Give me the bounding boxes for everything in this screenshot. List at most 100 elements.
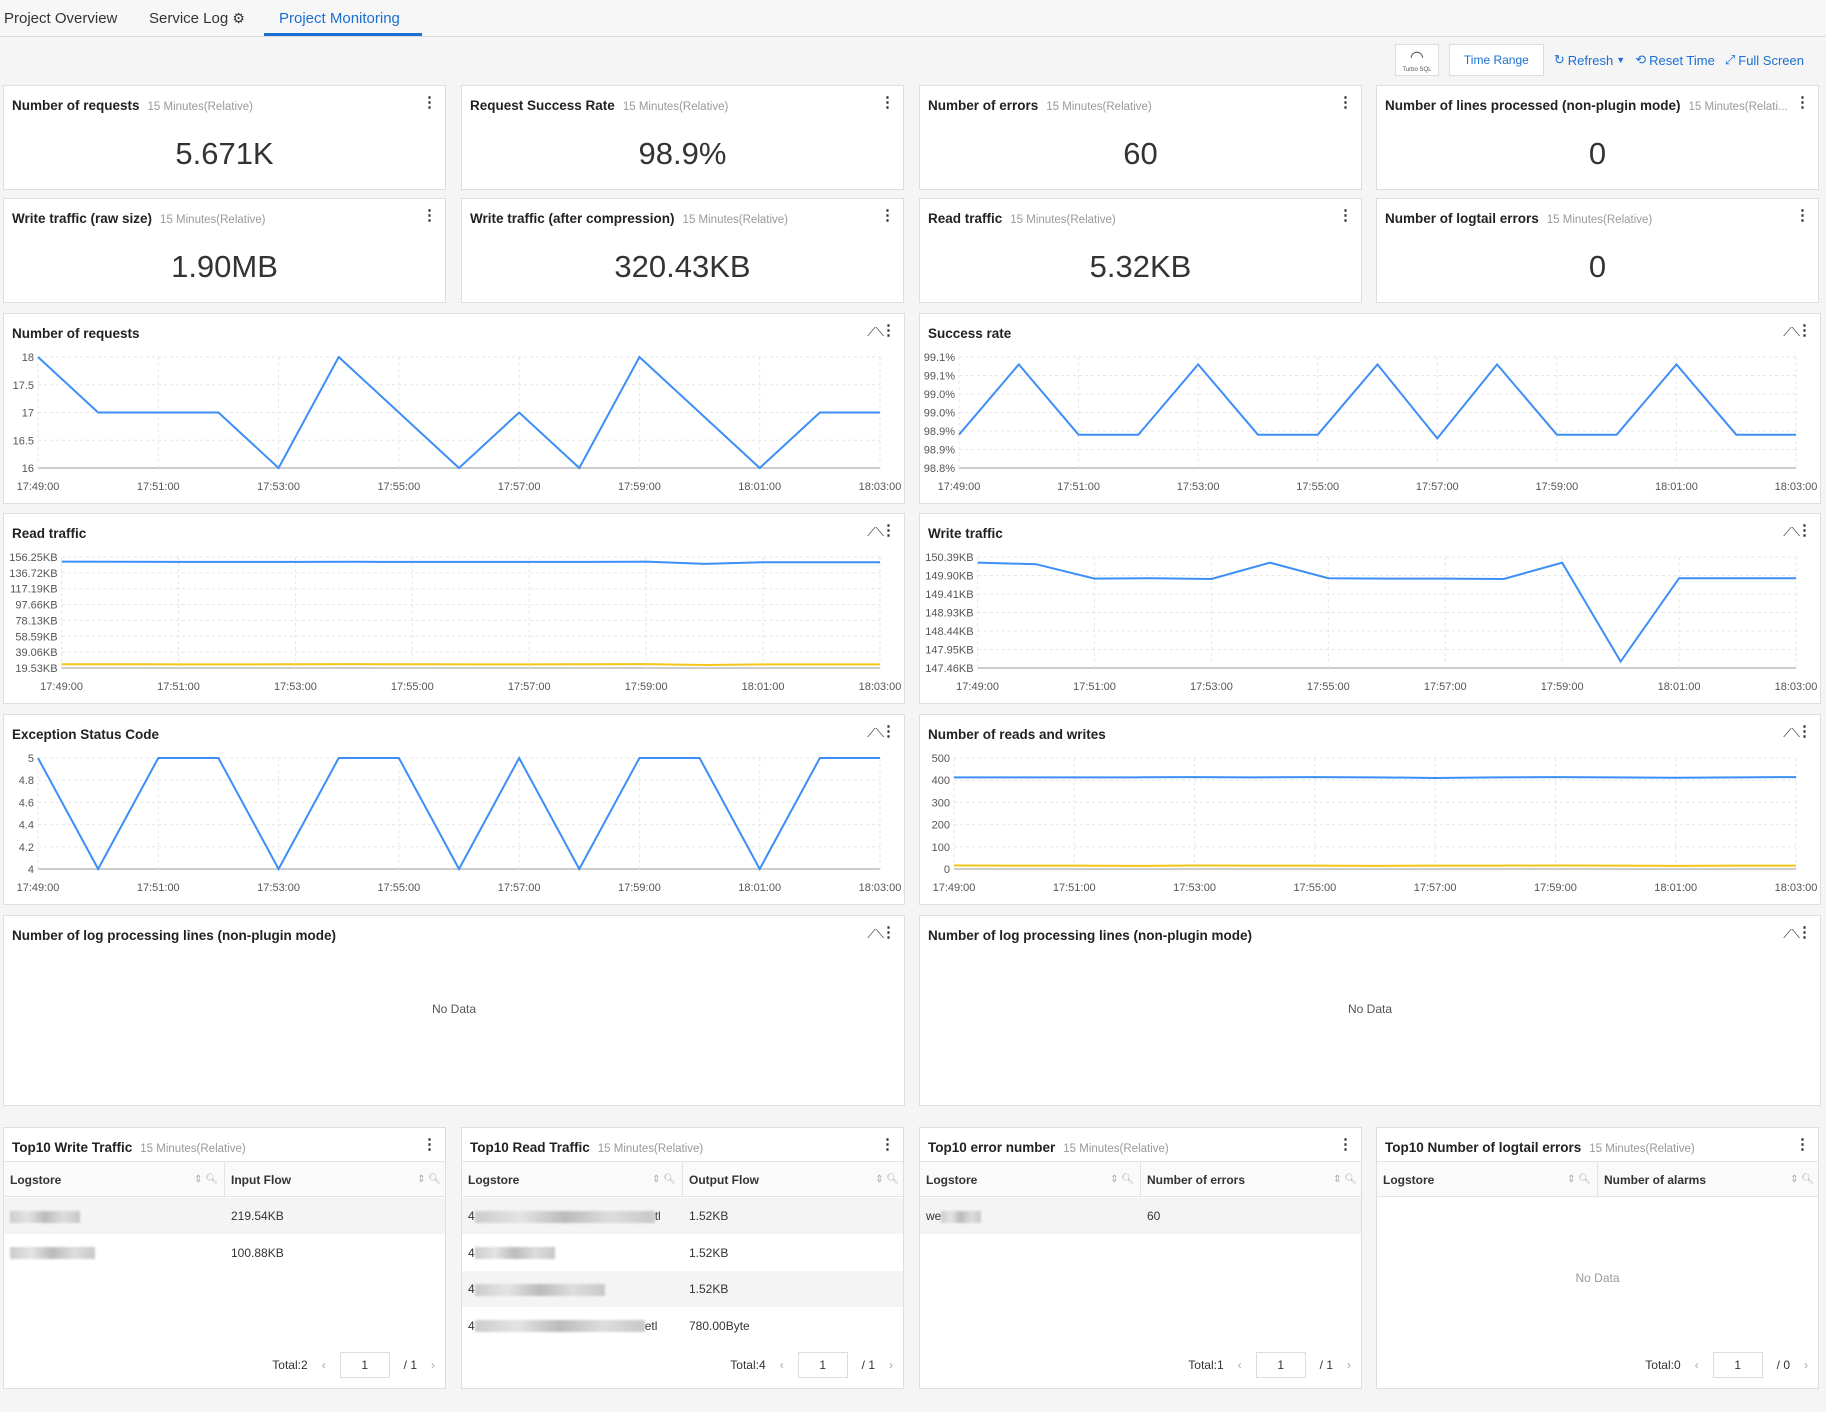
reset-time-button[interactable]: ⟲ Reset Time [1635, 52, 1715, 68]
next-page-icon[interactable]: › [1347, 1358, 1351, 1372]
refresh-button[interactable]: ↻ Refresh ▼ [1554, 52, 1625, 68]
more-options-icon[interactable]: ⋮ [1795, 1137, 1810, 1152]
column-header[interactable]: Number of errors ⇕ 🔍︎ [1141, 1162, 1363, 1198]
column-header[interactable]: Number of alarms ⇕ 🔍︎ [1598, 1162, 1820, 1198]
table-title-text: Top10 Number of logtail errors [1385, 1140, 1582, 1155]
more-options-icon[interactable]: ⋮ [1338, 208, 1353, 223]
y-tick-label: 136.72KB [9, 568, 57, 580]
full-screen-button[interactable]: ⤢ Full Screen [1725, 52, 1804, 68]
stat-card: Number of logtail errors 15 Minutes(Relat… [1376, 198, 1819, 303]
page-input[interactable]: 1 [339, 1352, 390, 1378]
column-header[interactable]: Logstore ⇕ 🔍︎ [1377, 1162, 1598, 1198]
stat-title-text: Write traffic (raw size) [12, 211, 153, 226]
stat-title: Write traffic (raw size) 15 Minutes(Relat… [12, 211, 266, 226]
column-header[interactable]: Logstore ⇕ 🔍︎ [920, 1162, 1141, 1198]
more-options-icon[interactable]: ⋮ [881, 925, 896, 940]
full-screen-label: Full Screen [1738, 52, 1804, 68]
stat-value: 0 [1588, 136, 1607, 171]
column-label: Number of errors [1147, 1173, 1246, 1187]
table-row[interactable]: 219.54KB [4, 1198, 445, 1234]
page-input[interactable]: 1 [1255, 1352, 1306, 1378]
time-range-button[interactable]: Time Range [1448, 44, 1544, 76]
next-page-icon[interactable]: › [431, 1358, 435, 1372]
prev-page-icon[interactable]: ‹ [1238, 1358, 1242, 1372]
table-row[interactable]: 4 etl 780.00Byte [462, 1308, 903, 1344]
more-options-icon[interactable]: ⋮ [422, 95, 437, 110]
stat-value: 320.43KB [614, 249, 751, 284]
more-options-icon[interactable]: ⋮ [1338, 95, 1353, 110]
stat-card: Read traffic 15 Minutes(Relative) ⋮ 5.32K… [919, 198, 1362, 303]
table-row[interactable]: 4 1.52KB [462, 1271, 903, 1307]
column-label: Logstore [468, 1173, 520, 1187]
x-tick-label: 17:55:00 [1307, 681, 1350, 693]
x-tick-label: 17:57:00 [1424, 681, 1467, 693]
prev-page-icon[interactable]: ‹ [780, 1358, 784, 1372]
more-options-icon[interactable]: ⋮ [880, 208, 895, 223]
prev-page-icon[interactable]: ‹ [322, 1358, 326, 1372]
sort-filter-icon[interactable]: ⇕ 🔍︎ [417, 1162, 441, 1198]
value-cell: 219.54KB [231, 1209, 284, 1223]
y-tick-label: 16 [22, 463, 34, 475]
table-row[interactable]: 100.88KB [4, 1235, 445, 1271]
stat-title-text: Write traffic (after compression) [470, 211, 675, 226]
stat-time-range: 15 Minutes(Relative) [147, 101, 253, 113]
more-options-icon[interactable]: ⋮ [880, 95, 895, 110]
table-row[interactable]: we 60 [920, 1198, 1361, 1234]
top10-table-panel: Top10 error number 15 Minutes(Relative) ⋮… [919, 1127, 1362, 1389]
gear-icon[interactable]: ⚙ [232, 10, 245, 26]
sort-filter-icon[interactable]: ⇕ 🔍︎ [1567, 1162, 1591, 1198]
table-row[interactable]: 4 tl 1.52KB [462, 1198, 903, 1234]
more-options-icon[interactable]: ⋮ [1338, 1137, 1353, 1152]
x-tick-label: 17:59:00 [618, 882, 661, 894]
y-tick-label: 99.1% [924, 371, 955, 383]
stat-value: 1.90MB [171, 249, 278, 284]
chart-panel: Success rate ⟋⟍ ⋮ 98.8% 98.9% 98.9% 99.0% 99.0… [919, 313, 1821, 504]
stat-time-range: 15 Minutes(Relative) [1046, 101, 1152, 113]
turbo-sql-button[interactable]: ◠ Turbo SQL [1394, 44, 1439, 76]
sort-filter-icon[interactable]: ⇕ 🔍︎ [194, 1162, 218, 1198]
more-options-icon[interactable]: ⋮ [880, 1137, 895, 1152]
x-tick-label: 17:49:00 [40, 681, 83, 693]
more-options-icon[interactable]: ⋮ [422, 208, 437, 223]
stat-title-text: Number of requests [12, 98, 140, 113]
tab-project-monitoring[interactable]: Project Monitoring [279, 10, 400, 27]
next-page-icon[interactable]: › [1804, 1358, 1808, 1372]
tab-service-log[interactable]: Service Log ⚙ [149, 10, 245, 27]
stat-time-range: 15 Minutes(Relative) [622, 101, 729, 113]
redacted-name [474, 1247, 555, 1260]
logstore-cell [4, 1235, 95, 1271]
prev-page-icon[interactable]: ‹ [1695, 1358, 1699, 1372]
x-tick-label: 17:51:00 [1057, 481, 1100, 493]
sort-filter-icon[interactable]: ⇕ 🔍︎ [1110, 1162, 1134, 1198]
table-title: Top10 error number 15 Minutes(Relative) [928, 1140, 1169, 1155]
y-tick-label: 39.06KB [15, 647, 57, 659]
more-options-icon[interactable]: ⋮ [1797, 925, 1812, 940]
page-input[interactable]: 1 [797, 1352, 848, 1378]
sort-filter-icon[interactable]: ⇕ 🔍︎ [1333, 1162, 1357, 1198]
more-options-icon[interactable]: ⋮ [1795, 208, 1810, 223]
page-input[interactable]: 1 [1712, 1352, 1763, 1378]
y-tick-label: 99.1% [924, 352, 955, 364]
column-header[interactable]: Logstore ⇕ 🔍︎ [4, 1162, 225, 1198]
stat-title: Read traffic 15 Minutes(Relative) [928, 211, 1116, 226]
x-tick-label: 17:49:00 [17, 882, 60, 894]
sort-filter-icon[interactable]: ⇕ 🔍︎ [652, 1162, 676, 1198]
tab-project-overview[interactable]: Project Overview [4, 10, 117, 27]
more-options-icon[interactable]: ⋮ [422, 1137, 437, 1152]
y-tick-label: 4.4 [19, 820, 34, 832]
column-label: Output Flow [689, 1173, 759, 1187]
redacted-name [10, 1210, 80, 1223]
stat-title: Number of logtail errors 15 Minutes(Relat… [1385, 211, 1652, 226]
table-row[interactable]: 4 1.52KB [462, 1235, 903, 1271]
column-header[interactable]: Logstore ⇕ 🔍︎ [462, 1162, 683, 1198]
more-options-icon[interactable]: ⋮ [1795, 95, 1810, 110]
column-header[interactable]: Output Flow ⇕ 🔍︎ [683, 1162, 905, 1198]
x-tick-label: 17:51:00 [137, 481, 180, 493]
history-icon: ⟲ [1635, 52, 1647, 67]
x-tick-label: 17:59:00 [1541, 681, 1584, 693]
column-header[interactable]: Input Flow ⇕ 🔍︎ [225, 1162, 447, 1198]
sort-filter-icon[interactable]: ⇕ 🔍︎ [1790, 1162, 1814, 1198]
x-tick-label: 17:53:00 [257, 882, 300, 894]
sort-filter-icon[interactable]: ⇕ 🔍︎ [875, 1162, 899, 1198]
next-page-icon[interactable]: › [889, 1358, 893, 1372]
